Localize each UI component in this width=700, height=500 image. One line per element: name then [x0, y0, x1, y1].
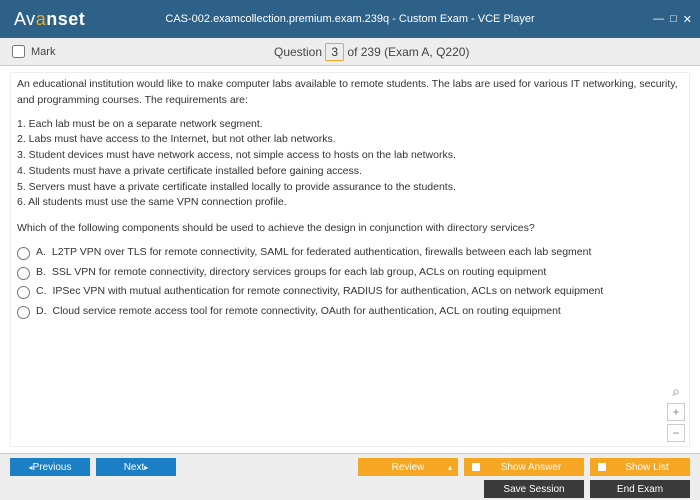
review-button[interactable]: Review [358, 458, 458, 476]
zoom-out-button[interactable]: − [667, 424, 685, 442]
infobar: Mark Question 3 of 239 (Exam A, Q220) [0, 38, 700, 66]
requirement-6: 6. All students must use the same VPN co… [17, 195, 683, 211]
option-c-letter: C. [36, 284, 47, 300]
mark-checkbox[interactable] [12, 45, 25, 58]
show-answer-button[interactable]: Show Answer [464, 458, 584, 476]
zoom-in-button[interactable]: + [667, 403, 685, 421]
option-b-text: SSL VPN for remote connectivity, directo… [52, 265, 683, 281]
requirement-1: 1. Each lab must be on a separate networ… [17, 117, 683, 133]
close-icon[interactable]: ✕ [683, 13, 692, 26]
option-b-radio[interactable] [17, 267, 30, 280]
zoom-controls: ⌕ + − [667, 382, 685, 442]
window-title: CAS-002.examcollection.premium.exam.239q… [0, 13, 700, 25]
minimize-icon[interactable]: — [653, 13, 664, 26]
question-pre: Question [274, 45, 322, 59]
show-list-button[interactable]: Show List [590, 458, 690, 476]
option-d-radio[interactable] [17, 306, 30, 319]
question-indicator: Question 3 of 239 (Exam A, Q220) [55, 45, 688, 59]
requirement-2: 2. Labs must have access to the Internet… [17, 132, 683, 148]
bottombar: Previous Next Review Show Answer Show Li… [0, 454, 700, 500]
titlebar: Avanset CAS-002.examcollection.premium.e… [0, 0, 700, 38]
option-c-radio[interactable] [17, 286, 30, 299]
maximize-icon[interactable]: □ [670, 13, 677, 26]
question-number: 3 [325, 43, 344, 61]
option-d-letter: D. [36, 304, 47, 320]
mark-label: Mark [31, 46, 55, 58]
question-prompt: Which of the following components should… [17, 221, 683, 237]
bottombar-row-2: Save Session End Exam [10, 480, 690, 498]
app-logo: Avanset [0, 9, 85, 30]
requirement-4: 4. Students must have a private certific… [17, 164, 683, 180]
option-d: D. Cloud service remote access tool for … [17, 304, 683, 320]
option-b-letter: B. [36, 265, 46, 281]
option-a: A. L2TP VPN over TLS for remote connecti… [17, 245, 683, 261]
option-a-letter: A. [36, 245, 46, 261]
question-post: of 239 (Exam A, Q220) [347, 45, 469, 59]
window-controls: — □ ✕ [653, 13, 700, 26]
requirement-3: 3. Student devices must have network acc… [17, 148, 683, 164]
requirement-5: 5. Servers must have a private certifica… [17, 180, 683, 196]
previous-button[interactable]: Previous [10, 458, 90, 476]
option-c-text: IPSec VPN with mutual authentication for… [53, 284, 684, 300]
logo-pre: Av [14, 9, 36, 29]
end-exam-button[interactable]: End Exam [590, 480, 690, 498]
option-d-text: Cloud service remote access tool for rem… [53, 304, 684, 320]
content-area: An educational institution would like to… [0, 66, 700, 454]
logo-accent: a [36, 9, 47, 29]
option-c: C. IPSec VPN with mutual authentication … [17, 284, 683, 300]
option-a-radio[interactable] [17, 247, 30, 260]
option-b: B. SSL VPN for remote connectivity, dire… [17, 265, 683, 281]
bottombar-row-1: Previous Next Review Show Answer Show Li… [10, 458, 690, 476]
next-button[interactable]: Next [96, 458, 176, 476]
question-intro: An educational institution would like to… [17, 77, 683, 109]
logo-post: nset [46, 9, 85, 29]
question-panel: An educational institution would like to… [10, 72, 690, 447]
save-session-button[interactable]: Save Session [484, 480, 584, 498]
option-a-text: L2TP VPN over TLS for remote connectivit… [52, 245, 683, 261]
magnify-icon[interactable]: ⌕ [667, 382, 685, 400]
